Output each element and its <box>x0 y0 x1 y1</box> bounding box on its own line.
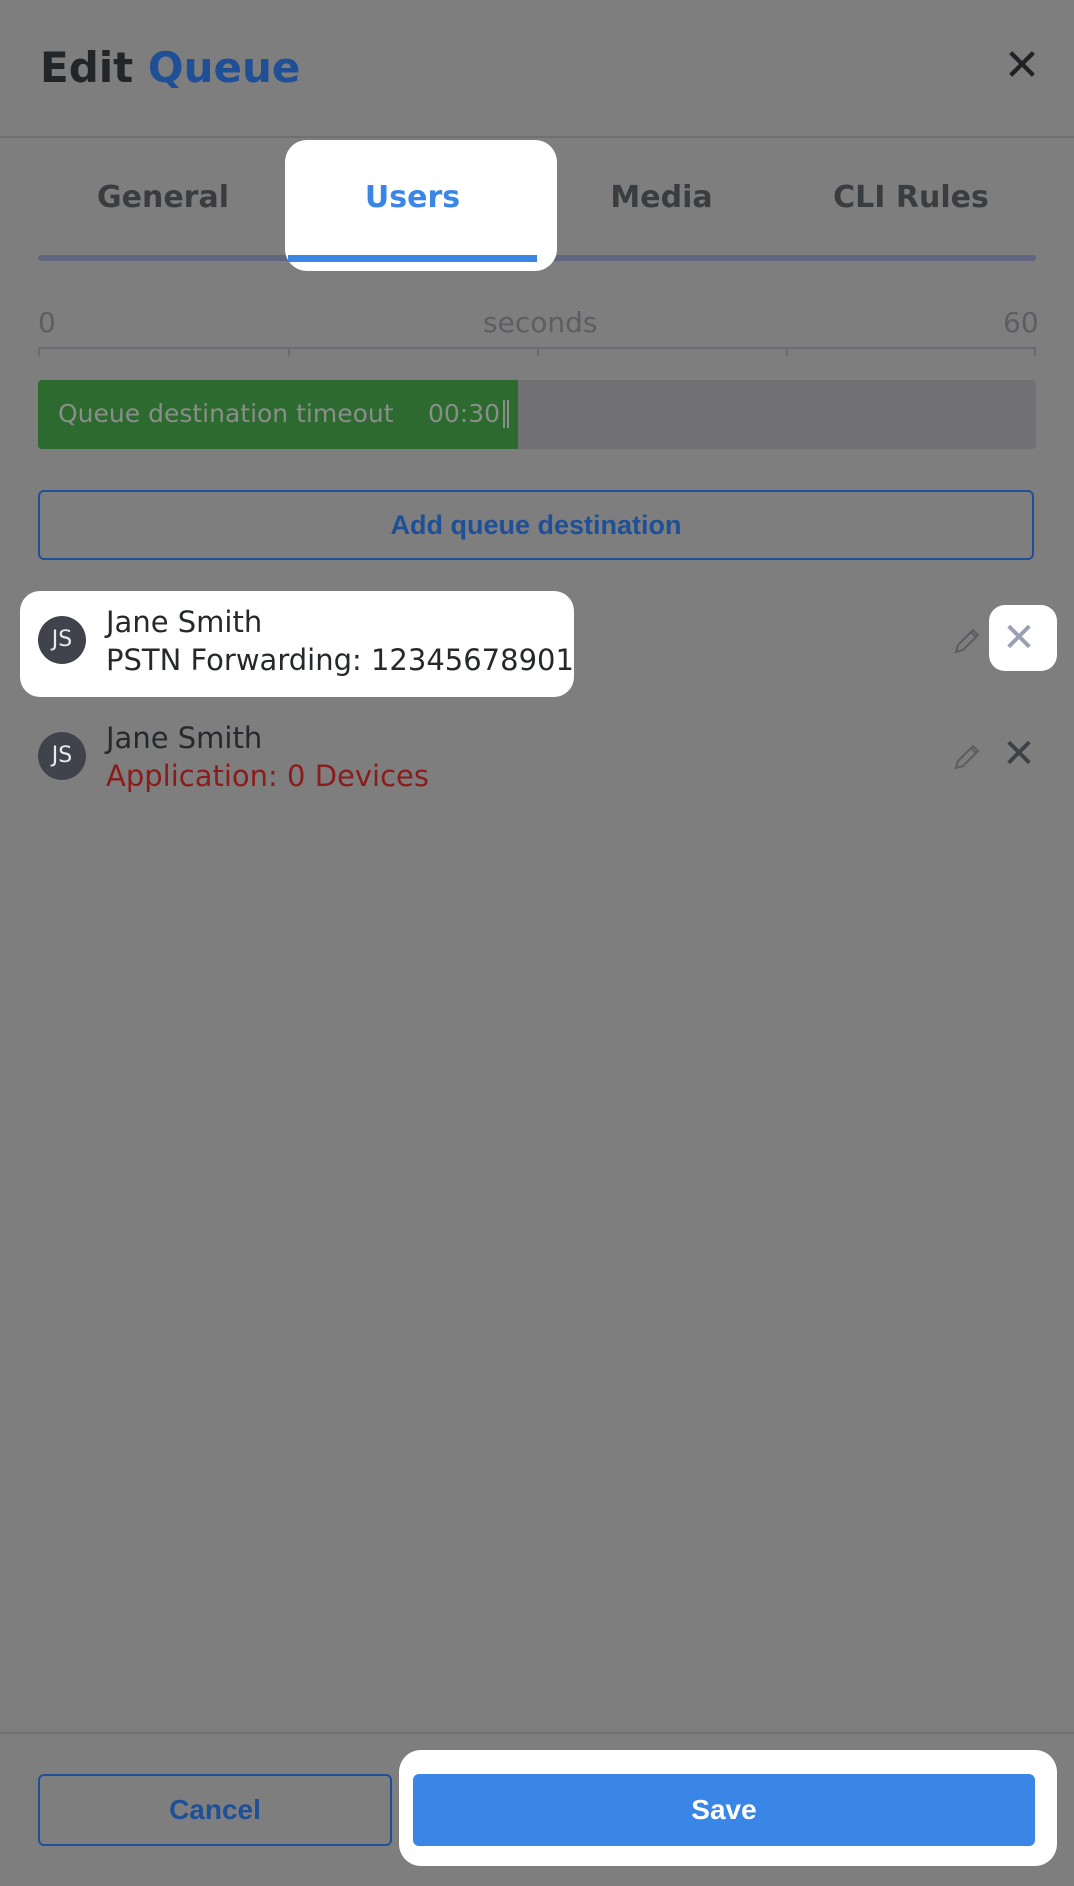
title-accent: Queue <box>147 43 301 92</box>
add-queue-destination-button[interactable]: Add queue destination <box>38 490 1034 560</box>
tab-media[interactable]: Media <box>537 170 786 226</box>
page-title: Edit Queue <box>40 40 300 96</box>
scale-max-label: 60 <box>1003 306 1039 339</box>
close-icon[interactable]: ✕ <box>1000 44 1044 88</box>
slider-handle-icon[interactable] <box>503 400 509 428</box>
scale-tick <box>1034 347 1036 356</box>
footer-divider <box>0 1732 1074 1734</box>
save-button[interactable]: Save <box>413 1774 1035 1846</box>
tab-active-underline <box>288 255 537 262</box>
scale-tick <box>537 347 539 356</box>
edit-pencil-icon[interactable] <box>950 624 984 658</box>
remove-destination-icon[interactable]: ✕ <box>1002 618 1036 658</box>
destination-detail-error: Application: 0 Devices <box>106 759 429 793</box>
header-divider <box>0 136 1074 138</box>
tab-general[interactable]: General <box>38 170 288 226</box>
edit-pencil-icon[interactable] <box>950 740 984 774</box>
timeout-value: 00:30 <box>428 399 501 428</box>
destination-name: Jane Smith <box>106 605 263 639</box>
timeout-label: Queue destination timeout <box>58 399 394 428</box>
avatar: JS <box>38 732 86 780</box>
destination-detail: PSTN Forwarding: 12345678901 <box>106 643 574 677</box>
scale-tick <box>38 347 40 356</box>
scale-min-label: 0 <box>38 306 56 339</box>
remove-destination-icon[interactable]: ✕ <box>1002 734 1036 774</box>
scale-tick <box>786 347 788 356</box>
avatar: JS <box>38 616 86 664</box>
cancel-button[interactable]: Cancel <box>38 1774 392 1846</box>
scale-tick <box>288 347 290 356</box>
scale-unit-label: seconds <box>483 306 598 339</box>
tab-cli-rules[interactable]: CLI Rules <box>786 170 1036 226</box>
destination-name: Jane Smith <box>106 721 263 755</box>
tab-users[interactable]: Users <box>288 170 537 226</box>
title-prefix: Edit <box>40 43 134 92</box>
